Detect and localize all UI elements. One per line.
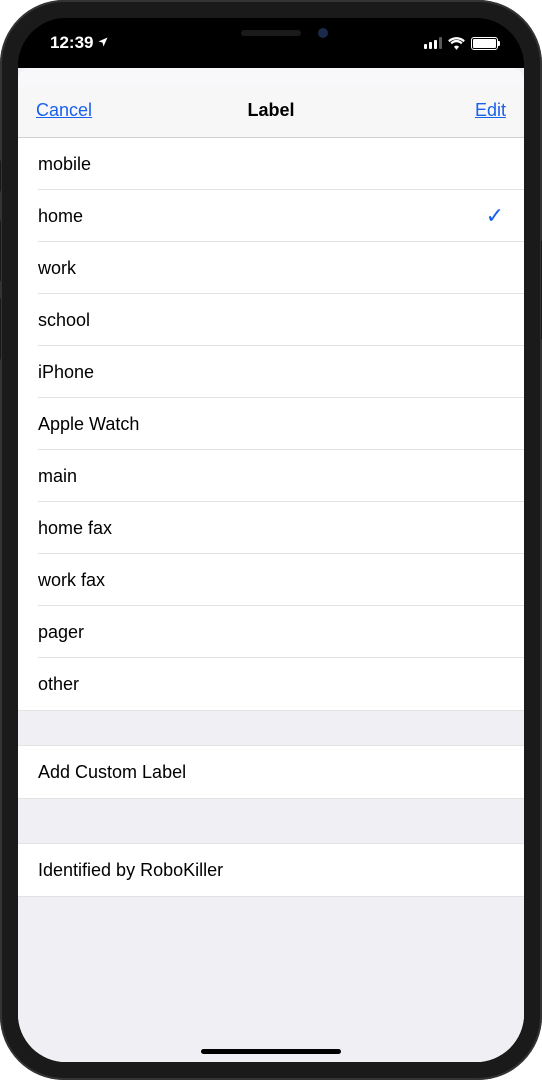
label-row-main[interactable]: main <box>18 450 524 502</box>
battery-icon <box>471 37 498 50</box>
custom-section: Add Custom Label <box>18 746 524 798</box>
label-row-pager[interactable]: pager <box>18 606 524 658</box>
cancel-button[interactable]: Cancel <box>36 100 96 121</box>
edit-button[interactable]: Edit <box>446 100 506 121</box>
modal-sheet: Cancel Label Edit mobile home ✓ work school i… <box>18 84 524 1062</box>
label-text: Apple Watch <box>38 414 139 435</box>
label-row-home[interactable]: home ✓ <box>18 190 524 242</box>
custom-label-text: Identified by RoboKiller <box>38 860 223 881</box>
label-text: school <box>38 310 90 331</box>
home-indicator[interactable] <box>201 1049 341 1054</box>
label-row-mobile[interactable]: mobile <box>18 138 524 190</box>
label-list: mobile home ✓ work school iPhone Apple Watch ma… <box>18 138 524 710</box>
label-row-iphone[interactable]: iPhone <box>18 346 524 398</box>
label-text: home fax <box>38 518 112 539</box>
label-text: work fax <box>38 570 105 591</box>
bottom-gap <box>18 896 524 1062</box>
silence-switch <box>0 160 1 192</box>
custom-label-row[interactable]: Identified by RoboKiller <box>18 844 524 896</box>
label-text: mobile <box>38 154 91 175</box>
cellular-icon <box>424 37 442 49</box>
label-row-work-fax[interactable]: work fax <box>18 554 524 606</box>
page-title: Label <box>247 100 294 121</box>
status-right <box>424 37 498 50</box>
wifi-icon <box>448 37 465 50</box>
section-gap <box>18 710 524 746</box>
label-text: pager <box>38 622 84 643</box>
label-row-school[interactable]: school <box>18 294 524 346</box>
label-row-work[interactable]: work <box>18 242 524 294</box>
location-icon <box>97 36 109 51</box>
volume-down-button <box>0 298 1 360</box>
label-row-other[interactable]: other <box>18 658 524 710</box>
nav-bar: Cancel Label Edit <box>18 84 524 138</box>
label-text: home <box>38 206 83 227</box>
status-time: 12:39 <box>50 33 93 53</box>
add-custom-label-row[interactable]: Add Custom Label <box>18 746 524 798</box>
phone-frame: 12:39 C <box>0 0 542 1080</box>
volume-up-button <box>0 220 1 282</box>
status-time-area: 12:39 <box>50 33 109 53</box>
section-gap-2 <box>18 798 524 844</box>
label-row-home-fax[interactable]: home fax <box>18 502 524 554</box>
add-custom-label-text: Add Custom Label <box>38 762 186 783</box>
label-text: work <box>38 258 76 279</box>
phone-screen: 12:39 C <box>18 18 524 1062</box>
label-text: iPhone <box>38 362 94 383</box>
screen-content: Cancel Label Edit mobile home ✓ work school i… <box>18 68 524 1062</box>
label-text: main <box>38 466 77 487</box>
notch <box>166 18 376 48</box>
label-text: other <box>38 674 79 695</box>
checkmark-icon: ✓ <box>486 203 504 229</box>
label-row-apple-watch[interactable]: Apple Watch <box>18 398 524 450</box>
custom-labels-section: Identified by RoboKiller <box>18 844 524 896</box>
